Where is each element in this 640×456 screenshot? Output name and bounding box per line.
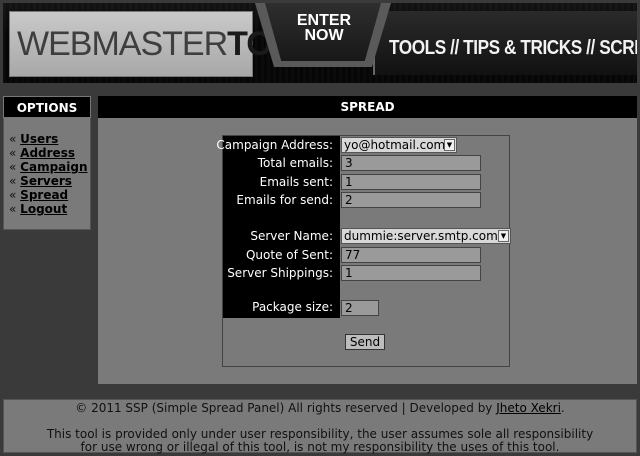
emails-sent-input[interactable]: 1 (341, 174, 481, 190)
spread-panel: Campaign Address: yo@hotmail.com ▼ Total… (98, 118, 637, 384)
total-emails-input[interactable]: 3 (341, 155, 481, 171)
disclaimer-line-1: This tool is provided only under user re… (46, 427, 594, 441)
spread-form: Campaign Address: yo@hotmail.com ▼ Total… (216, 135, 511, 367)
emails-sent-label: Emails sent: (259, 175, 333, 189)
server-name-select[interactable]: dummie:server.smtp.com ▼ (341, 228, 511, 244)
footer-copyright: © 2011 SSP (Simple Spread Panel) All rig… (4, 401, 636, 415)
sidebar-item-label[interactable]: Address (20, 146, 75, 160)
nav-bullet: « (9, 146, 17, 160)
campaign-address-label: Campaign Address: (216, 138, 333, 152)
sidebar-item-address[interactable]: « Address (9, 146, 90, 160)
server-shippings-input[interactable]: 1 (341, 265, 481, 281)
nav-bullet: « (9, 202, 17, 216)
banner-tagline: TOOLS // TIPS & TRICKS // SCRIPTS (389, 37, 637, 59)
sidebar-item-campaign[interactable]: « Campaign (9, 160, 90, 174)
sidebar-item-label[interactable]: Users (20, 132, 58, 146)
disclaimer-line-2: for use wrong or illegal of this tool, i… (80, 440, 560, 454)
copyright-period: . (560, 401, 565, 415)
chevron-down-icon[interactable]: ▼ (498, 230, 509, 242)
sidebar-item-logout[interactable]: « Logout (9, 202, 90, 216)
nav-bullet: « (9, 188, 17, 202)
sidebar-item-spread[interactable]: « Spread (9, 188, 90, 202)
emails-for-send-label: Emails for send: (236, 193, 333, 207)
emails-for-send-input[interactable]: 2 (341, 192, 481, 208)
nav-bullet: « (9, 132, 17, 146)
copyright-text: © 2011 SSP (Simple Spread Panel) All rig… (75, 401, 497, 415)
package-size-input[interactable]: 2 (341, 300, 379, 316)
sidebar-item-label[interactable]: Spread (20, 188, 68, 202)
options-menu: « Users « Address « Campaign « Servers «… (3, 118, 91, 230)
nav-bullet: « (9, 160, 17, 174)
server-shippings-label: Server Shippings: (227, 266, 333, 280)
options-title: OPTIONS (3, 96, 91, 118)
quote-of-sent-input[interactable]: 77 (341, 247, 481, 263)
server-name-label: Server Name: (250, 229, 333, 243)
total-emails-label: Total emails: (257, 156, 333, 170)
nav-bullet: « (9, 174, 17, 188)
header-banner: WEBMASTERTOOLS TOOLS // TIPS & TRICKS //… (3, 3, 637, 83)
footer: © 2011 SSP (Simple Spread Panel) All rig… (3, 399, 637, 454)
chevron-down-icon[interactable]: ▼ (444, 139, 455, 151)
logo-light-text: WEBMASTER (17, 25, 228, 63)
author-link[interactable]: Jheto Xekri (496, 401, 561, 415)
campaign-address-select[interactable]: yo@hotmail.com ▼ (341, 137, 457, 153)
sidebar-item-servers[interactable]: « Servers (9, 174, 90, 188)
send-button[interactable]: Send (345, 334, 385, 350)
sidebar-item-label[interactable]: Campaign (20, 160, 87, 174)
sidebar-item-users[interactable]: « Users (9, 132, 90, 146)
server-name-value: dummie:server.smtp.com (344, 229, 498, 243)
sidebar-item-label[interactable]: Servers (20, 174, 72, 188)
campaign-address-value: yo@hotmail.com (344, 138, 446, 152)
quote-of-sent-label: Quote of Sent: (245, 248, 333, 262)
enter-now-button[interactable]: ENTER NOW (289, 13, 359, 44)
package-size-label: Package size: (252, 300, 333, 314)
spread-title: SPREAD (98, 96, 637, 118)
sidebar-item-label[interactable]: Logout (20, 202, 67, 216)
